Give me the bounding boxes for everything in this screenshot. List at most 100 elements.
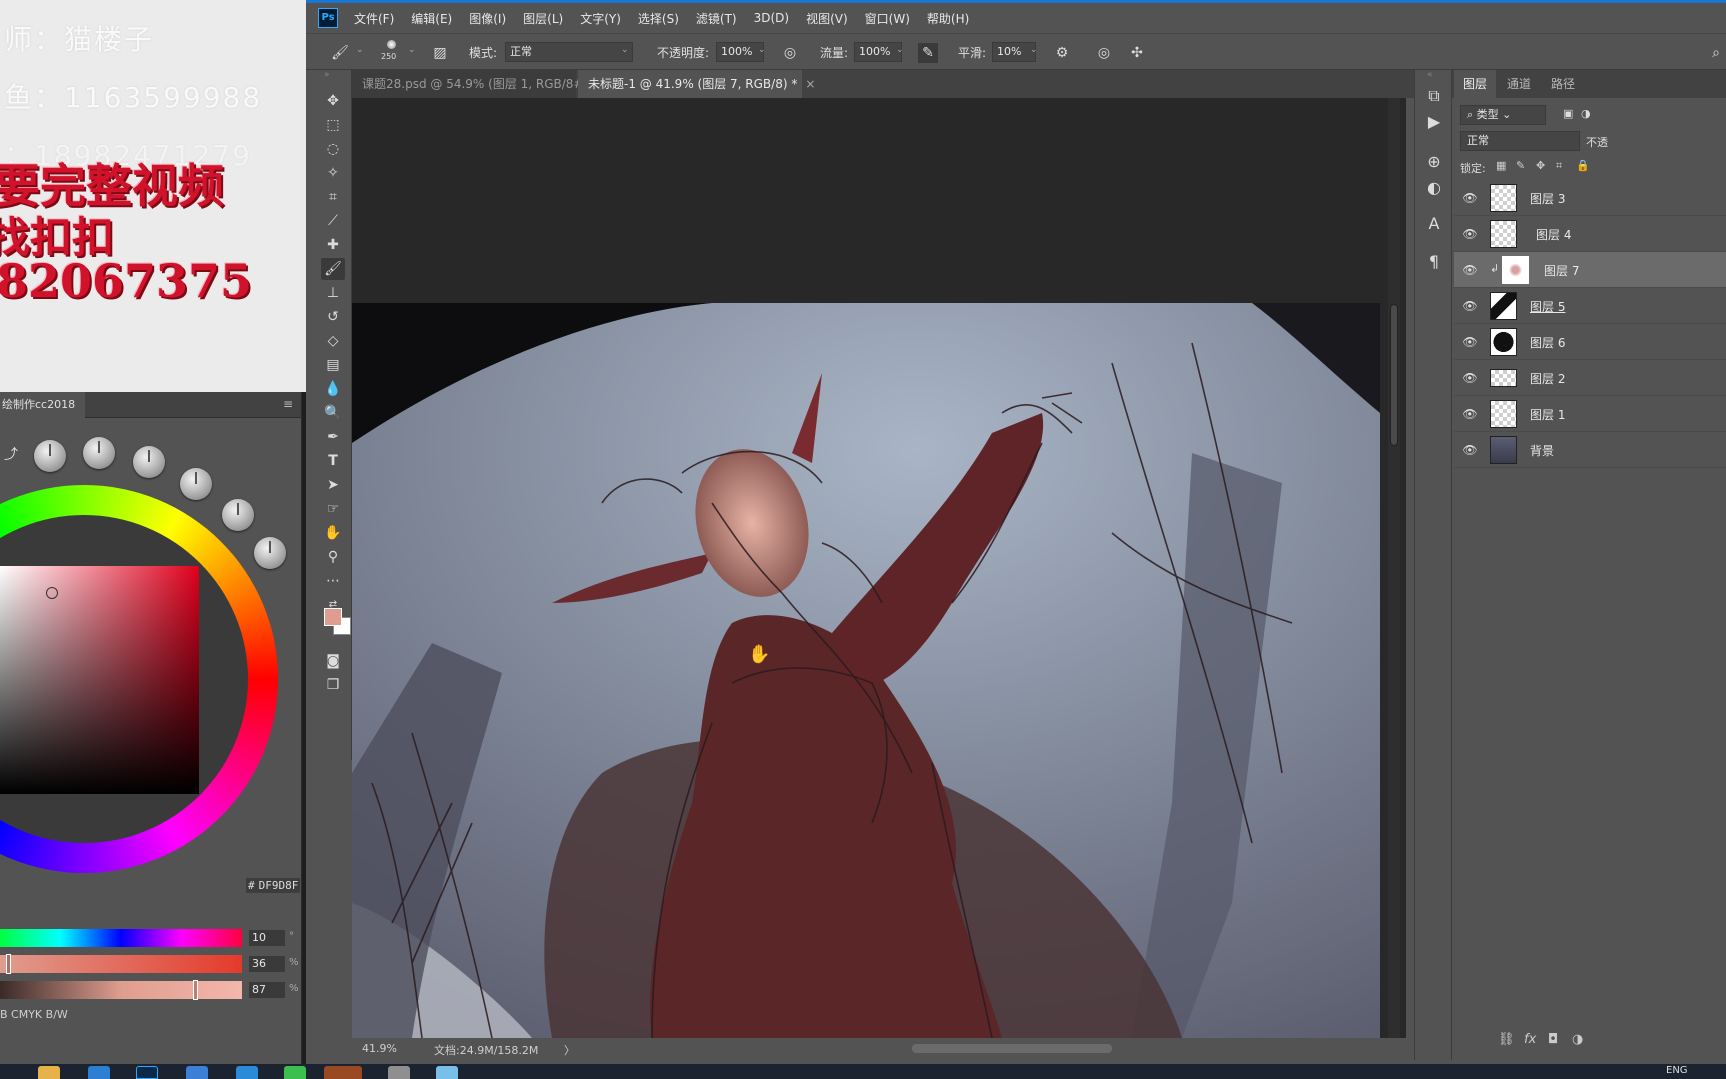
quick-mask-icon[interactable]: ◙: [321, 650, 345, 672]
tab-layers[interactable]: 图层: [1454, 70, 1497, 98]
app-icon[interactable]: [236, 1066, 258, 1079]
browser-icon[interactable]: [88, 1066, 110, 1079]
crop-tool-icon[interactable]: ⌗: [321, 186, 345, 208]
zoom-tool-icon[interactable]: ⚲: [321, 546, 345, 568]
lock-paint-icon[interactable]: ✎: [1516, 159, 1525, 172]
symmetry-icon[interactable]: ✣: [1127, 43, 1147, 63]
layer-row[interactable]: 👁 图层 1: [1454, 396, 1726, 432]
panel-menu-icon[interactable]: ≡: [283, 397, 293, 411]
layer-filter-select[interactable]: ⌕ 类型 ⌄: [1460, 105, 1546, 125]
brush-knob[interactable]: [133, 446, 165, 478]
canvas-area[interactable]: ✋: [352, 98, 1406, 1038]
brush-size-picker[interactable]: 250: [381, 38, 403, 61]
path-select-tool-icon[interactable]: ➤: [321, 474, 345, 496]
paragraph-icon[interactable]: ¶: [1422, 250, 1446, 274]
flow-field[interactable]: 100%: [854, 42, 902, 62]
lasso-tool-icon[interactable]: ◌: [321, 138, 345, 160]
hex-field[interactable]: # DF9D8F: [246, 878, 301, 893]
adjustments-icon[interactable]: ⊕: [1422, 150, 1446, 174]
airbrush-icon[interactable]: ✎: [918, 43, 938, 63]
chevron-down-icon[interactable]: ⌄: [356, 45, 364, 55]
history-brush-tool-icon[interactable]: ↺: [321, 306, 345, 328]
layer-name[interactable]: 图层 5: [1530, 298, 1565, 315]
styles-icon[interactable]: ◐: [1422, 176, 1446, 200]
link-layers-icon[interactable]: ⛓: [1498, 1032, 1515, 1047]
brush-knob[interactable]: [34, 440, 66, 472]
layer-row[interactable]: 👁 背景: [1454, 432, 1726, 468]
saturation-value[interactable]: 36: [249, 956, 285, 972]
wechat-icon[interactable]: [284, 1066, 306, 1079]
saturation-handle[interactable]: [6, 954, 11, 974]
blur-tool-icon[interactable]: 💧: [321, 378, 345, 400]
grip-icon[interactable]: »: [324, 70, 330, 80]
color-picker-cursor[interactable]: [46, 587, 58, 599]
menu-filter[interactable]: 滤镜(T): [696, 10, 737, 27]
lock-artboard-icon[interactable]: ⌗: [1556, 159, 1562, 173]
color-mode-switch[interactable]: B CMYK B/W: [0, 1008, 68, 1021]
layer-name[interactable]: 图层 6: [1530, 334, 1565, 351]
brush-tool-icon[interactable]: 🖌: [321, 258, 345, 280]
eye-icon[interactable]: 👁: [1462, 298, 1478, 314]
chevron-down-icon[interactable]: ⌄: [896, 45, 904, 55]
brush-knob[interactable]: [222, 499, 254, 531]
rotate-icon[interactable]: ⤴: [4, 444, 18, 464]
app-icon[interactable]: [324, 1066, 362, 1079]
menu-edit[interactable]: 编辑(E): [411, 10, 452, 27]
actions-play-icon[interactable]: ▶: [1422, 110, 1446, 134]
app-icon[interactable]: [388, 1066, 410, 1079]
character-icon[interactable]: A: [1422, 212, 1446, 236]
fx-icon[interactable]: fx: [1524, 1032, 1536, 1047]
mode-select[interactable]: 正常: [505, 42, 633, 62]
lock-move-icon[interactable]: ✥: [1536, 159, 1545, 172]
brightness-handle[interactable]: [193, 980, 198, 1000]
app-icon[interactable]: [436, 1066, 458, 1079]
eye-icon[interactable]: 👁: [1462, 406, 1478, 422]
brush-preset-icon[interactable]: 🖌: [330, 43, 350, 63]
layer-row[interactable]: 👁 图层 3: [1454, 180, 1726, 216]
healing-brush-tool-icon[interactable]: ✚: [321, 234, 345, 256]
gear-icon[interactable]: ⚙: [1052, 43, 1072, 63]
layer-row[interactable]: 👁 图层 5: [1454, 288, 1726, 324]
image-filter-icon[interactable]: ▣: [1563, 107, 1573, 120]
layer-name[interactable]: 图层 1: [1530, 406, 1565, 423]
layer-name[interactable]: 背景: [1530, 442, 1554, 459]
adjustment-layer-icon[interactable]: ◑: [1572, 1032, 1583, 1047]
brush-settings-icon[interactable]: ▨: [430, 43, 450, 63]
zoom-level[interactable]: 41.9%: [362, 1042, 397, 1055]
menu-layer[interactable]: 图层(L): [523, 10, 563, 27]
type-tool-icon[interactable]: T: [321, 450, 345, 472]
adjustment-filter-icon[interactable]: ◑: [1581, 107, 1591, 120]
eye-icon[interactable]: 👁: [1462, 334, 1478, 350]
clone-stamp-tool-icon[interactable]: ⊥: [321, 282, 345, 304]
hand-tool-icon[interactable]: ✋: [321, 522, 345, 544]
document-tab-active[interactable]: 未标题-1 @ 41.9% (图层 7, RGB/8) * ×: [578, 70, 815, 98]
blend-mode-select[interactable]: 正常: [1460, 131, 1580, 151]
layer-name[interactable]: 图层 7: [1544, 262, 1579, 279]
menu-type[interactable]: 文字(Y): [580, 10, 621, 27]
chevron-down-icon[interactable]: ⌄: [758, 45, 766, 55]
document-tab-inactive[interactable]: 课题28.psd @ 54.9% (图层 1, RGB/8#)×: [352, 70, 606, 98]
menu-select[interactable]: 选择(S): [638, 10, 679, 27]
eye-icon[interactable]: 👁: [1462, 370, 1478, 386]
color-panel-tab[interactable]: 绘制作cc2018: [0, 391, 86, 418]
explorer-icon[interactable]: [38, 1066, 60, 1079]
more-tools-icon[interactable]: ⋯: [321, 570, 345, 592]
foreground-color[interactable]: [324, 608, 342, 626]
app-icon[interactable]: [186, 1066, 208, 1079]
language-indicator[interactable]: ENG: [1666, 1065, 1688, 1076]
tab-channels[interactable]: 通道: [1498, 70, 1540, 98]
menu-help[interactable]: 帮助(H): [927, 10, 969, 27]
add-mask-icon[interactable]: ◘: [1548, 1032, 1558, 1047]
grip-icon[interactable]: «: [1427, 70, 1433, 80]
layer-row[interactable]: 👁 图层 2: [1454, 360, 1726, 396]
magic-wand-tool-icon[interactable]: ✧: [321, 162, 345, 184]
vertical-scrollbar[interactable]: [1388, 98, 1400, 1038]
eye-icon[interactable]: 👁: [1462, 262, 1478, 278]
status-menu-arrow[interactable]: 〉: [564, 1042, 575, 1058]
brush-knob[interactable]: [83, 437, 115, 469]
search-icon[interactable]: ⌕: [1706, 43, 1726, 63]
layer-name[interactable]: 图层 2: [1530, 370, 1565, 387]
shape-tool-icon[interactable]: ☞: [321, 498, 345, 520]
lock-all-icon[interactable]: 🔒: [1576, 159, 1590, 172]
eraser-tool-icon[interactable]: ◇: [321, 330, 345, 352]
